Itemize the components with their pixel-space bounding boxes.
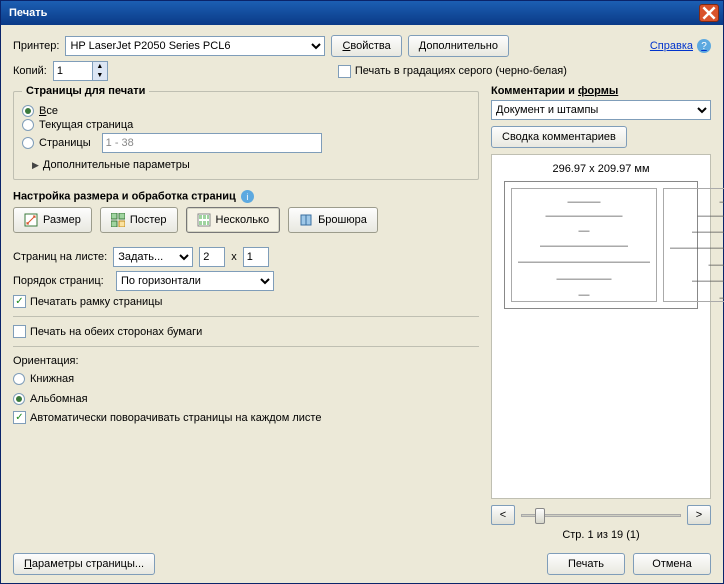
comments-legend: Комментарии и формы	[491, 85, 711, 97]
help-link[interactable]: Справка ?	[650, 39, 711, 53]
auto-rotate-checkbox[interactable]: ✓ Автоматически поворачивать страницы на…	[13, 411, 479, 424]
grayscale-checkbox[interactable]: Печать в градациях серого (черно-белая)	[338, 65, 567, 78]
checkbox-icon: ✓	[13, 295, 26, 308]
prev-page-button[interactable]: <	[491, 505, 515, 525]
sizing-legend: Настройка размера и обработка страниц	[13, 191, 236, 203]
copies-input[interactable]	[53, 61, 93, 81]
page-setup-button[interactable]: Параметры страницы...	[13, 553, 155, 575]
order-select[interactable]: По горизонтали	[116, 271, 274, 291]
copies-label: Копий:	[13, 65, 47, 77]
help-icon: ?	[697, 39, 711, 53]
per-sheet-y-input[interactable]	[243, 247, 269, 267]
paper-preview: ——————————— —————————————————————————— —…	[504, 181, 698, 309]
checkbox-icon: ✓	[13, 411, 26, 424]
checkbox-icon	[338, 65, 351, 78]
tab-size[interactable]: Размер	[13, 207, 92, 233]
radio-icon	[22, 119, 34, 131]
properties-button[interactable]: Свойства	[331, 35, 401, 57]
window-title: Печать	[5, 7, 699, 19]
spin-down[interactable]: ▼	[93, 71, 107, 80]
more-params-toggle[interactable]: ▶ Дополнительные параметры	[22, 155, 470, 171]
close-button[interactable]	[699, 4, 719, 22]
next-page-button[interactable]: >	[687, 505, 711, 525]
page-border-checkbox[interactable]: ✓ Печатать рамку страницы	[13, 295, 479, 308]
per-sheet-x-input[interactable]	[199, 247, 225, 267]
preview-pane: 296.97 x 209.97 мм ——————————— —————————…	[491, 154, 711, 499]
tab-booklet[interactable]: Брошюра	[288, 207, 378, 233]
copies-spinner[interactable]: ▲▼	[53, 61, 108, 81]
printer-select[interactable]: HP LaserJet P2050 Series PCL6	[65, 36, 325, 56]
comments-select[interactable]: Документ и штампы	[491, 100, 711, 120]
comments-summary-button[interactable]: Сводка комментариев	[491, 126, 627, 148]
radio-landscape[interactable]: Альбомная	[13, 393, 479, 405]
radio-icon	[22, 137, 34, 149]
radio-icon	[13, 393, 25, 405]
advanced-button[interactable]: Дополнительно	[408, 35, 509, 57]
pages-legend: Страницы для печати	[22, 85, 149, 97]
printer-label: Принтер:	[13, 40, 59, 52]
radio-icon	[13, 373, 25, 385]
info-icon[interactable]: i	[241, 190, 254, 203]
radio-icon	[22, 105, 34, 117]
spin-up[interactable]: ▲	[93, 62, 107, 71]
paper-size-label: 296.97 x 209.97 мм	[552, 163, 649, 175]
radio-pages[interactable]: Страницы	[22, 133, 470, 153]
cancel-button[interactable]: Отмена	[633, 553, 711, 575]
orientation-label: Ориентация:	[13, 355, 479, 367]
tab-multiple[interactable]: Несколько	[186, 207, 281, 233]
order-label: Порядок страниц:	[13, 275, 110, 287]
checkbox-icon	[13, 325, 26, 338]
per-sheet-label: Страниц на листе:	[13, 251, 107, 263]
pages-range-input[interactable]	[102, 133, 322, 153]
radio-all[interactable]: Все	[22, 105, 470, 117]
zoom-slider[interactable]	[521, 506, 681, 524]
btn-label: Свойства	[342, 40, 390, 52]
tab-poster[interactable]: Постер	[100, 207, 178, 233]
radio-portrait[interactable]: Книжная	[13, 373, 479, 385]
page-preview: ——————————— ——————————————————————————	[511, 188, 657, 302]
title-bar: Печать	[1, 1, 723, 25]
btn-label: Дополнительно	[419, 40, 498, 52]
print-button[interactable]: Печать	[547, 553, 625, 575]
page-preview: —————————— —————————————————————————————…	[663, 188, 724, 302]
duplex-checkbox[interactable]: Печать на обеих сторонах бумаги	[13, 325, 479, 338]
chevron-right-icon: ▶	[32, 160, 39, 171]
radio-current[interactable]: Текущая страница	[22, 119, 470, 131]
per-sheet-select[interactable]: Задать...	[113, 247, 193, 267]
pages-fieldset: Страницы для печати Все Текущая страница…	[13, 85, 479, 180]
page-status: Стр. 1 из 19 (1)	[491, 529, 711, 541]
